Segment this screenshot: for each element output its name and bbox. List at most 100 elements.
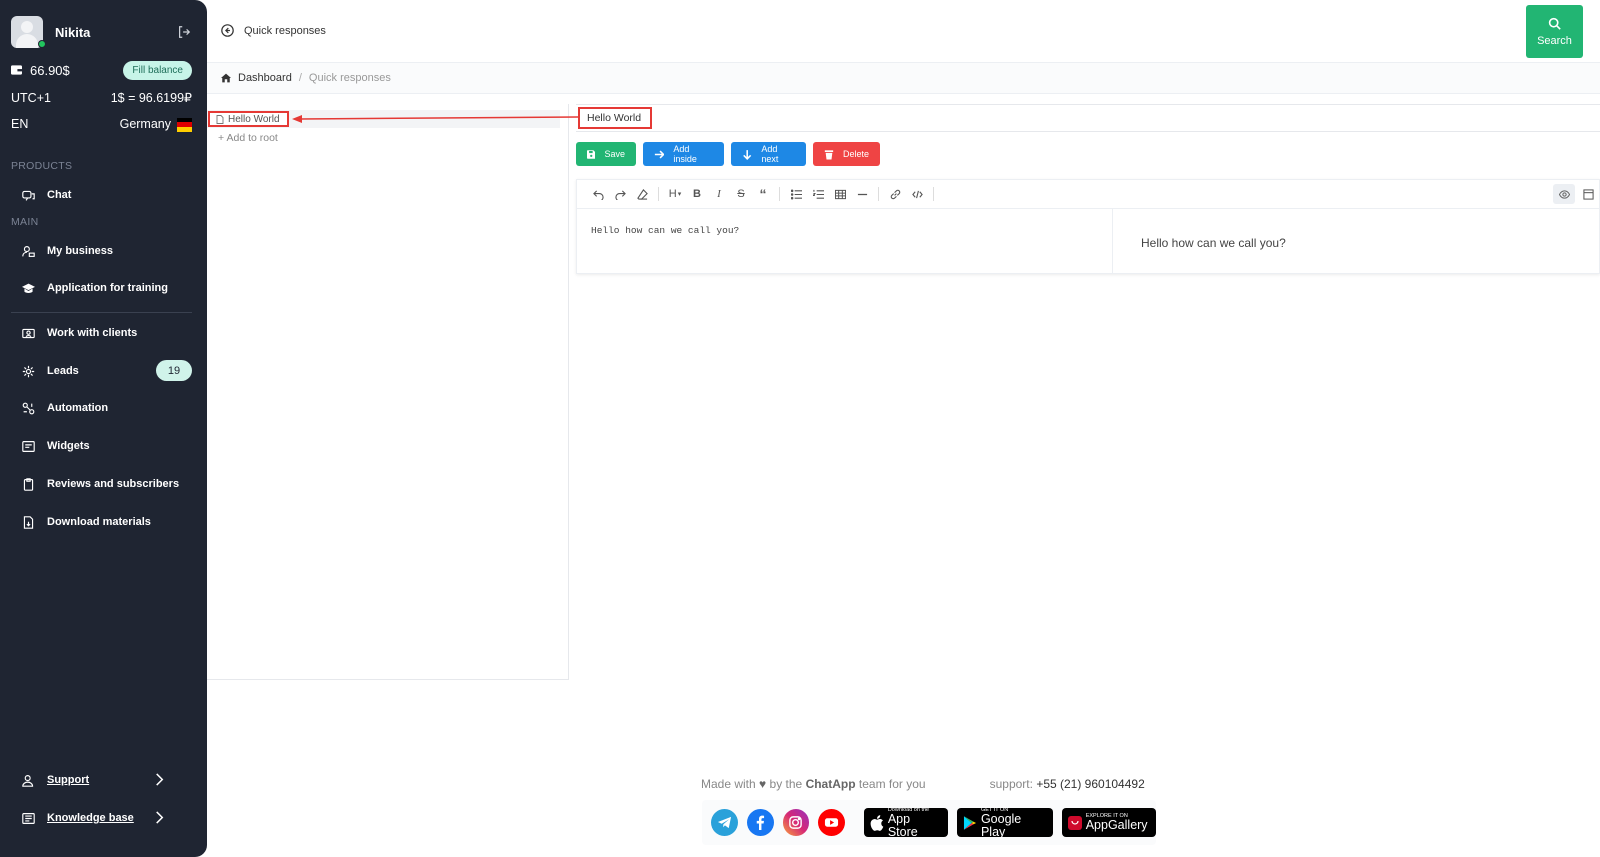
document-icon xyxy=(216,114,224,124)
tree-node-hello-world[interactable]: Hello World xyxy=(208,111,289,127)
clear-format-button[interactable] xyxy=(631,184,653,204)
trash-icon xyxy=(824,149,834,159)
add-to-root-link[interactable]: + Add to root xyxy=(218,132,278,144)
nav-work-clients-label: Work with clients xyxy=(47,327,138,339)
bullet-list-icon xyxy=(790,189,802,199)
save-button[interactable]: Save xyxy=(576,142,636,166)
redo-icon xyxy=(614,189,626,200)
nav-chat-label: Chat xyxy=(47,189,72,201)
balance-row: 66.90$ Fill balance xyxy=(11,60,192,80)
instagram-link[interactable] xyxy=(782,809,810,836)
nav-widgets-label: Widgets xyxy=(47,440,90,452)
clipboard-icon xyxy=(23,477,34,491)
markdown-preview: Hello how can we call you? xyxy=(1141,236,1286,250)
nav-reviews-label: Reviews and subscribers xyxy=(47,478,180,490)
nav-reviews-subscribers[interactable]: Reviews and subscribers xyxy=(22,474,192,494)
nav-support-label: Support xyxy=(47,774,90,786)
nav-automation[interactable]: Automation xyxy=(22,398,192,418)
code-button[interactable] xyxy=(906,184,928,204)
youtube-link[interactable] xyxy=(818,809,846,836)
split-view-button[interactable] xyxy=(1577,184,1599,204)
nav-work-with-clients[interactable]: Work with clients xyxy=(22,323,192,343)
by-the-text: by the xyxy=(769,777,803,791)
facebook-link[interactable] xyxy=(746,809,774,836)
exchange-rate: 1$ = 96.6199₽ xyxy=(110,91,192,105)
strikethrough-button[interactable]: S xyxy=(730,184,752,204)
caret-down-icon: ▾ xyxy=(677,191,682,198)
user-name: Nikita xyxy=(55,24,91,40)
nav-leads[interactable]: Leads 19 xyxy=(22,360,192,381)
nav-download-label: Download materials xyxy=(47,516,151,528)
bold-button[interactable]: B xyxy=(686,184,708,204)
google-play-big: Google Play xyxy=(980,811,1022,839)
timezone-row: UTC+1 1$ = 96.6199₽ xyxy=(11,90,192,106)
country-label: Germany xyxy=(119,117,171,131)
back-arrow-icon[interactable] xyxy=(221,24,234,37)
heading-button[interactable]: H ▾ xyxy=(664,184,686,204)
google-play-badge[interactable]: GET IT ON Google Play xyxy=(957,807,1053,839)
fill-balance-button[interactable]: Fill balance xyxy=(123,60,192,80)
support-label: support: xyxy=(989,777,1033,791)
eye-icon xyxy=(1558,189,1570,199)
markdown-source-area[interactable]: Hello how can we call you? xyxy=(577,209,1113,273)
nav-widgets[interactable]: Widgets xyxy=(22,436,192,456)
nav-my-business[interactable]: My business xyxy=(22,241,192,261)
app-store-badge[interactable]: Download on the App Store xyxy=(864,807,949,839)
language-selector[interactable]: EN xyxy=(11,117,28,131)
arrow-down-icon xyxy=(743,149,752,160)
annotation-arrow xyxy=(292,115,579,123)
timezone-label[interactable]: UTC+1 xyxy=(11,91,51,105)
delete-button[interactable]: Delete xyxy=(813,142,880,166)
chevron-right-icon xyxy=(156,811,164,824)
ordered-list-button[interactable] xyxy=(807,184,829,204)
nav-knowledge-base[interactable]: Knowledge base xyxy=(22,808,192,828)
link-button[interactable] xyxy=(884,184,906,204)
knowledge-base-icon xyxy=(22,812,35,824)
page-header: Quick responses xyxy=(221,24,326,37)
nav-chat[interactable]: Chat xyxy=(22,185,192,205)
add-next-button[interactable]: Add next xyxy=(731,142,806,166)
add-inside-label: Add inside xyxy=(673,144,697,164)
nav-download-materials[interactable]: Download materials xyxy=(22,512,192,532)
nav-divider xyxy=(11,312,192,313)
link-icon xyxy=(890,189,900,199)
app-store-big: App Store xyxy=(887,811,918,839)
nav-application-training[interactable]: Application for training xyxy=(22,278,192,298)
support-phone[interactable]: +55 (21) 960104492 xyxy=(1036,777,1144,791)
footer-links: Download on the App Store GET IT ON Google… xyxy=(702,800,1156,845)
footer-text: Made with ♥ by the ChatApp team for you … xyxy=(701,777,1145,791)
tree-panel: Hello World + Add to root xyxy=(207,104,569,680)
automation-icon xyxy=(22,402,35,414)
apple-icon xyxy=(870,814,884,831)
appgallery-badge[interactable]: EXPLORE IT ON AppGallery xyxy=(1061,808,1156,837)
bold-label: B xyxy=(693,188,701,200)
nav-leads-label: Leads xyxy=(47,365,79,377)
country-selector[interactable]: Germany xyxy=(120,117,192,132)
quote-button[interactable]: “ xyxy=(752,184,774,204)
breadcrumb-dashboard[interactable]: Dashboard xyxy=(238,72,292,84)
ordered-list-icon xyxy=(812,189,824,199)
redo-button[interactable] xyxy=(609,184,631,204)
document-download-icon xyxy=(23,515,34,529)
search-button[interactable]: Search xyxy=(1526,5,1583,58)
undo-button[interactable] xyxy=(587,184,609,204)
logout-icon[interactable] xyxy=(177,25,191,39)
section-products: PRODUCTS xyxy=(11,160,73,172)
italic-button[interactable]: I xyxy=(708,184,730,204)
title-input[interactable]: Hello World xyxy=(578,107,652,129)
nav-support[interactable]: Support xyxy=(22,770,192,790)
code-icon xyxy=(911,190,923,198)
strike-label: S xyxy=(737,188,745,200)
footer-credits: Made with ♥ by the ChatApp team for you xyxy=(701,777,926,791)
add-inside-button[interactable]: Add inside xyxy=(643,142,724,166)
horizontal-rule-button[interactable] xyxy=(851,184,873,204)
bullet-list-button[interactable] xyxy=(785,184,807,204)
preview-toggle-button[interactable] xyxy=(1553,184,1575,204)
top-header: Quick responses Search xyxy=(207,0,1600,63)
home-icon xyxy=(221,73,231,83)
chat-icon xyxy=(22,190,35,201)
telegram-link[interactable] xyxy=(711,809,738,836)
table-button[interactable] xyxy=(829,184,851,204)
markdown-editor: H ▾ B I S “ Hello how can we call you? He… xyxy=(576,179,1600,274)
team-text: team for you xyxy=(858,777,926,791)
